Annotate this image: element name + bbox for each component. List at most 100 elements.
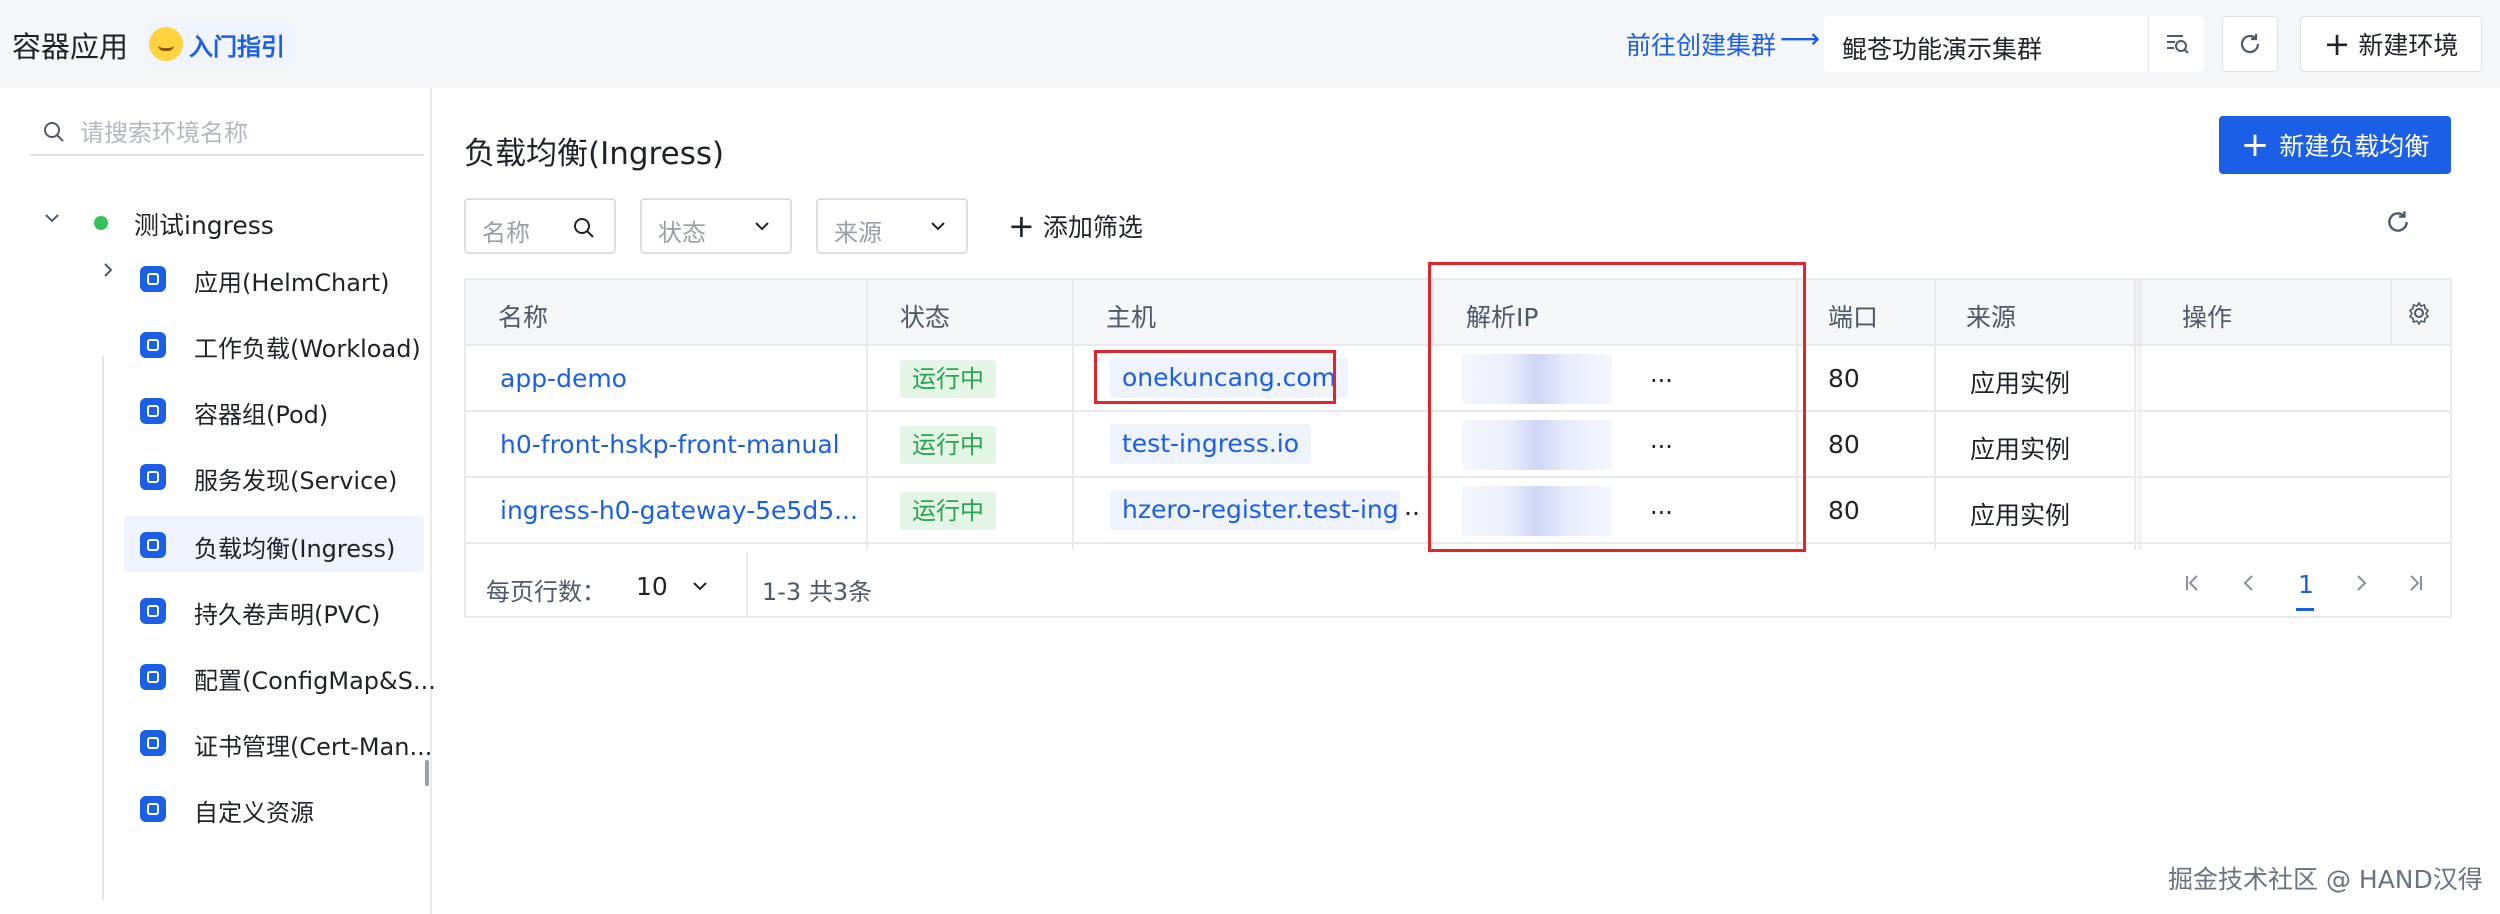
search-icon — [572, 216, 596, 244]
env-name: 测试ingress — [134, 211, 274, 240]
host-link[interactable]: test-ingress.io — [1110, 424, 1312, 464]
top-bar: 容器应用 入门指引 前往创建集群 ⟶ 鲲苍功能演示集群 + 新建环境 — [0, 0, 2500, 88]
plus-icon: + — [2323, 25, 2351, 63]
chevron-down-icon[interactable] — [690, 576, 710, 600]
sidebar-item-helmchart[interactable]: 应用(HelmChart) — [124, 250, 424, 306]
guide-link[interactable]: 入门指引 — [145, 22, 295, 66]
sidebar-scrollbar[interactable] — [425, 760, 429, 786]
host-highlight-box — [1094, 350, 1336, 404]
pager-divider — [746, 552, 748, 618]
sidebar-item-label: 容器组(Pod) — [194, 401, 329, 429]
certificate-icon — [140, 730, 166, 756]
pod-icon — [140, 398, 166, 424]
sidebar-item-pvc[interactable]: 持久卷声明(PVC) — [124, 582, 424, 638]
column-header-actions: 操作 — [2182, 303, 2233, 332]
env-search-input[interactable] — [80, 116, 410, 150]
guide-emoji-icon — [149, 27, 183, 61]
status-badge: 运行中 — [900, 426, 996, 464]
refresh-icon[interactable] — [2222, 16, 2278, 72]
source-filter[interactable]: 来源 — [816, 198, 968, 254]
sidebar-item-service[interactable]: 服务发现(Service) — [124, 448, 424, 504]
sidebar-item-custom-resource[interactable]: 自定义资源 — [124, 780, 424, 836]
page-size-select[interactable]: 10 — [636, 572, 668, 601]
plus-icon: + — [2240, 125, 2270, 165]
ingress-name-link[interactable]: h0-front-hskp-front-manual — [500, 430, 840, 459]
name-filter-placeholder: 名称 — [482, 219, 530, 247]
page-number-current[interactable]: 1 — [2298, 570, 2314, 599]
sidebar: 测试ingress 应用(HelmChart) 工作负载(Workload) 容… — [12, 88, 436, 914]
cluster-select[interactable]: 鲲苍功能演示集群 — [1824, 16, 2204, 72]
chevron-down-icon — [752, 216, 772, 240]
cluster-search-icon[interactable] — [2148, 16, 2204, 72]
column-header-port[interactable]: 端口 — [1828, 298, 1878, 334]
status-badge: 运行中 — [900, 360, 996, 398]
sidebar-item-label: 自定义资源 — [194, 799, 314, 827]
rows-per-page-label: 每页行数： — [486, 578, 606, 606]
tree-env-node[interactable]: 测试ingress — [12, 194, 432, 250]
plus-icon: + — [1008, 207, 1035, 245]
sidebar-item-label: 证书管理(Cert-Man... — [194, 733, 433, 761]
chevron-down-icon[interactable] — [42, 208, 62, 232]
workload-icon — [140, 332, 166, 358]
status-dot-icon — [94, 216, 108, 230]
new-ingress-label: 新建负载均衡 — [2279, 132, 2430, 161]
settings-gear-icon[interactable] — [2406, 300, 2432, 330]
app-title: 容器应用 — [12, 30, 129, 64]
column-header-source[interactable]: 来源 — [1966, 298, 2016, 334]
tree-guide-line — [102, 356, 104, 900]
sidebar-item-label: 服务发现(Service) — [194, 467, 398, 495]
column-header-host[interactable]: 主机 — [1106, 298, 1156, 334]
sidebar-item-cert-manager[interactable]: 证书管理(Cert-Man... — [124, 714, 432, 770]
ingress-icon — [140, 532, 166, 558]
refresh-icon[interactable] — [2384, 208, 2412, 240]
sidebar-item-pod[interactable]: 容器组(Pod) — [124, 382, 424, 438]
last-page-icon[interactable] — [2404, 572, 2426, 598]
new-ingress-button[interactable]: + 新建负载均衡 — [2219, 116, 2451, 174]
sidebar-item-label: 持久卷声明(PVC) — [194, 601, 381, 629]
host-ellipsis: .. — [1404, 492, 1420, 521]
arrow-right-icon: ⟶ — [1780, 22, 1821, 55]
name-filter[interactable]: 名称 — [464, 198, 616, 254]
column-divider — [2390, 280, 2392, 346]
watermark: 掘金技术社区 @ HAND汉得 — [2168, 865, 2483, 894]
pvc-icon — [140, 598, 166, 624]
sidebar-item-ingress[interactable]: 负载均衡(Ingress) — [124, 516, 424, 572]
port-value: 80 — [1828, 364, 1860, 393]
search-icon — [42, 120, 66, 148]
column-header-name[interactable]: 名称 — [498, 298, 548, 334]
sidebar-item-label: 负载均衡(Ingress) — [194, 535, 396, 563]
current-page-indicator — [2296, 608, 2314, 611]
source-value: 应用实例 — [1970, 501, 2071, 530]
port-value: 80 — [1828, 496, 1860, 525]
status-filter-placeholder: 状态 — [658, 219, 706, 247]
page-range: 1-3 共3条 — [762, 578, 873, 606]
sidebar-item-label: 配置(ConfigMap&S... — [194, 667, 436, 695]
configmap-icon — [140, 664, 166, 690]
host-link[interactable]: hzero-register.test-ingre — [1110, 490, 1400, 530]
service-icon — [140, 464, 166, 490]
new-environment-label: 新建环境 — [2358, 31, 2459, 60]
previous-page-icon[interactable] — [2238, 572, 2260, 598]
guide-label: 入门指引 — [189, 32, 285, 61]
add-filter-button[interactable]: + 添加筛选 — [1008, 208, 1143, 244]
cluster-value: 鲲苍功能演示集群 — [1842, 35, 2043, 64]
new-environment-button[interactable]: + 新建环境 — [2300, 16, 2482, 72]
sidebar-item-configmap[interactable]: 配置(ConfigMap&S... — [124, 648, 436, 704]
ip-column-highlight-box — [1428, 262, 1806, 552]
goto-create-cluster-link[interactable]: 前往创建集群 — [1626, 26, 1776, 62]
ingress-name-link[interactable]: ingress-h0-gateway-5e5d5... — [500, 496, 858, 525]
sidebar-item-workload[interactable]: 工作负载(Workload) — [124, 316, 424, 372]
sidebar-item-label: 应用(HelmChart) — [194, 269, 390, 297]
column-header-status[interactable]: 状态 — [900, 298, 950, 334]
first-page-icon[interactable] — [2182, 572, 2204, 598]
helmchart-icon — [140, 266, 166, 292]
custom-resource-icon — [140, 796, 166, 822]
ingress-name-link[interactable]: app-demo — [500, 364, 627, 393]
next-page-icon[interactable] — [2350, 572, 2372, 598]
chevron-right-icon[interactable] — [98, 260, 118, 284]
source-filter-placeholder: 来源 — [834, 219, 882, 247]
env-search[interactable] — [30, 110, 424, 156]
status-badge: 运行中 — [900, 492, 996, 530]
status-filter[interactable]: 状态 — [640, 198, 792, 254]
pagination: 每页行数： 10 1-3 共3条 1 — [466, 552, 2450, 618]
